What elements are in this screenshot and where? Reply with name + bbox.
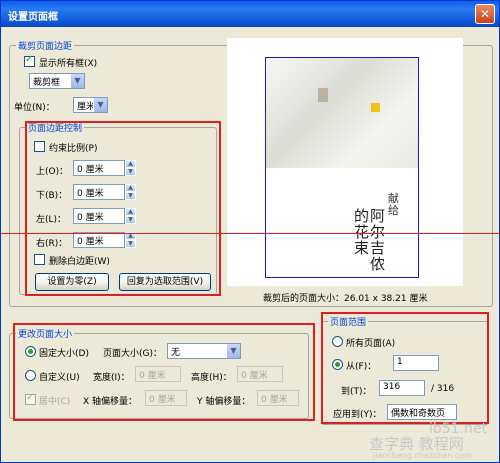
cover-text-title: 阿尔吉侬 (370, 207, 386, 273)
right-margin-label: 右(R)： (36, 239, 68, 249)
spin-down-icon: ▼ (125, 168, 136, 176)
from-input[interactable]: 1 (393, 355, 439, 371)
fixed-size-label: 固定大小(D) (39, 349, 89, 359)
title-bar: 设置页面框 ✕ (1, 1, 499, 27)
right-margin-spinner[interactable]: ▲ ▼ (125, 232, 136, 248)
cover-text-title-2: 的花束 (354, 207, 370, 257)
spin-down-icon: ▼ (125, 192, 136, 200)
top-margin-input[interactable]: 0 厘米 (73, 160, 125, 176)
show-all-boxes-checkbox[interactable] (24, 54, 35, 67)
chevron-down-icon: ▼ (226, 344, 240, 358)
all-pages-label: 所有页面(A) (346, 339, 396, 349)
spin-down-icon: ▼ (125, 240, 136, 248)
right-margin-input[interactable]: 0 厘米 (73, 232, 125, 248)
apply-to-select[interactable]: 偶数和奇数页 (387, 404, 457, 420)
preview-page-thumbnail: 献给 阿尔吉侬 的花束 (265, 57, 419, 278)
page-size-select[interactable]: 无 ▼ (167, 343, 241, 359)
crop-margin-title: 裁剪页面边距 (16, 39, 75, 52)
fixed-size-radio[interactable] (25, 346, 36, 357)
all-pages-radio[interactable] (332, 336, 343, 347)
set-to-zero-button[interactable]: 设置为零(Z) (35, 273, 109, 291)
x-offset-input[interactable]: 0 厘米 (145, 390, 187, 406)
revert-to-selection-button[interactable]: 回复为选取范围(V) (119, 273, 211, 291)
bottom-margin-spinner[interactable]: ▲ ▼ (125, 184, 136, 200)
total-pages-label: / 316 (431, 384, 455, 394)
cover-accent (371, 103, 380, 112)
center-checkbox[interactable] (25, 392, 36, 405)
apply-to-label: 应用到(Y)： (333, 410, 382, 420)
from-label: 从(F)： (346, 362, 377, 372)
page-size-label: 页面大小(G)： (103, 349, 162, 359)
cover-text-dedication: 献给 (388, 192, 399, 217)
x-offset-label: X 轴偏移量： (83, 397, 138, 407)
constrain-ratio-checkbox[interactable] (34, 141, 45, 152)
spin-up-icon: ▲ (125, 160, 136, 168)
width-input[interactable]: 0 厘米 (135, 366, 181, 382)
remove-white-margins-checkbox[interactable] (34, 254, 45, 265)
box-type-value: 裁剪框 (33, 78, 61, 88)
to-input[interactable]: 316 (379, 380, 425, 396)
cover-figure (318, 88, 328, 102)
constrain-ratio-label: 约束比例(P) (49, 144, 98, 154)
spin-up-icon: ▲ (125, 208, 136, 216)
chevron-down-icon: ▼ (93, 98, 107, 112)
page-size-value: 无 (171, 348, 181, 358)
cover-image (266, 58, 418, 168)
custom-size-label: 自定义(U) (39, 373, 80, 383)
top-margin-label: 上(O)： (36, 167, 69, 177)
unit-select[interactable]: 厘米 ▼ (73, 97, 108, 113)
cropped-size-label: 裁剪后的页面大小：26.01 x 38.21 厘米 (263, 294, 428, 304)
annotation-line (1, 233, 500, 234)
to-label: 到(T)： (341, 387, 372, 397)
custom-size-radio[interactable] (25, 370, 36, 381)
chevron-down-icon: ▼ (70, 74, 84, 88)
unit-label: 单位(N)： (14, 103, 55, 113)
y-offset-label: Y 轴偏移量： (197, 397, 251, 407)
y-offset-input[interactable]: 0 厘米 (257, 390, 299, 406)
window-title: 设置页面框 (8, 12, 58, 23)
dialog-window: 设置页面框 ✕ 裁剪页面边距 显示所有框(X) 裁剪框 ▼ 单位(N)： 厘米 … (0, 0, 500, 463)
close-button[interactable]: ✕ (475, 4, 495, 24)
left-margin-input[interactable]: 0 厘米 (73, 208, 125, 224)
box-type-select[interactable]: 裁剪框 ▼ (29, 73, 85, 89)
height-input[interactable]: 0 厘米 (237, 366, 283, 382)
width-label: 宽度(I)： (93, 373, 130, 383)
spin-up-icon: ▲ (125, 184, 136, 192)
apply-to-value: 偶数和奇数页 (391, 409, 446, 419)
spin-down-icon: ▼ (125, 216, 136, 224)
left-margin-spinner[interactable]: ▲ ▼ (125, 208, 136, 224)
remove-white-margins-label: 删除白边距(W) (49, 257, 110, 267)
show-all-boxes-label: 显示所有框(X) (39, 59, 98, 69)
top-margin-spinner[interactable]: ▲ ▼ (125, 160, 136, 176)
bottom-margin-label: 下(B)： (36, 191, 68, 201)
left-margin-label: 左(L)： (36, 215, 67, 225)
height-label: 高度(H)： (191, 373, 232, 383)
center-label: 居中(C) (39, 397, 71, 407)
from-radio[interactable] (332, 359, 343, 370)
bottom-margin-input[interactable]: 0 厘米 (73, 184, 125, 200)
watermark-url: jiaocheng.chazidian.com (373, 451, 473, 460)
